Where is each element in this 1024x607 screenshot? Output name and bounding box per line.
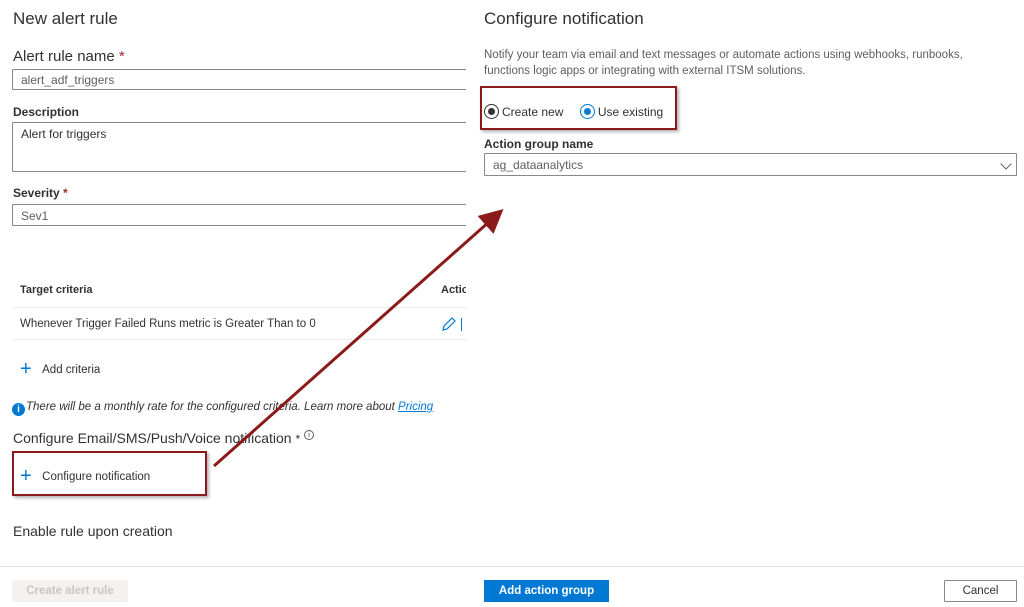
actions-header: Actio [441, 284, 466, 296]
severity-dropdown[interactable]: Sev1 [12, 204, 466, 226]
pricing-info: i There will be a monthly rate for the co… [12, 401, 433, 416]
pricing-link[interactable]: Pricing [398, 401, 433, 413]
panel-title: New alert rule [13, 9, 118, 28]
severity-label-text: Severity [13, 186, 60, 200]
new-alert-rule-panel: New alert rule Alert rule name * alert_a… [0, 0, 466, 607]
notification-section-label: Configure Email/SMS/Push/Voice notificat… [13, 430, 315, 446]
footer-divider [0, 566, 466, 567]
notification-section-label-text: Configure Email/SMS/Push/Voice notificat… [13, 430, 292, 446]
description-textarea[interactable]: Alert for triggers [12, 122, 466, 172]
annotation-highlight-box [480, 86, 677, 130]
criteria-row: Whenever Trigger Failed Runs metric is G… [20, 318, 316, 330]
cancel-button[interactable]: Cancel [944, 580, 1017, 602]
panel-title: Configure notification [484, 9, 644, 28]
target-criteria-header: Target criteria [20, 284, 93, 296]
add-criteria-button[interactable]: + Add criteria [20, 358, 100, 381]
alert-rule-name-input[interactable]: alert_adf_triggers [12, 69, 466, 90]
table-divider [12, 307, 466, 308]
action-group-dropdown[interactable]: ag_dataanalytics [484, 153, 1017, 176]
required-marker: * [295, 432, 301, 446]
alert-rule-name-label-text: Alert rule name [13, 48, 115, 65]
add-criteria-label: Add criteria [42, 364, 101, 376]
description-line: Notify your team via email and text mess… [484, 49, 963, 61]
edit-pencil-icon[interactable] [441, 316, 457, 337]
severity-label: Severity * [13, 186, 68, 200]
footer-divider [466, 566, 1024, 567]
description-label: Description [13, 105, 80, 119]
action-group-value: ag_dataanalytics [493, 158, 584, 172]
panel-description: Notify your team via email and text mess… [484, 47, 963, 79]
description-line: functions logic apps or integrating with… [484, 65, 806, 77]
info-icon: i [12, 403, 25, 416]
info-text: There will be a monthly rate for the con… [26, 401, 399, 413]
configure-notification-panel: Configure notification Notify your team … [466, 0, 1024, 607]
table-divider [12, 339, 466, 340]
chevron-down-icon [1000, 158, 1012, 170]
annotation-highlight-box [12, 451, 207, 496]
alert-rule-name-label: Alert rule name * [13, 48, 125, 65]
required-marker: * [118, 48, 125, 65]
required-marker: * [63, 186, 68, 200]
delete-icon[interactable] [461, 318, 464, 331]
enable-rule-label: Enable rule upon creation [13, 523, 173, 539]
info-circle-icon[interactable]: i [304, 430, 315, 440]
plus-icon: + [20, 358, 32, 380]
add-action-group-button[interactable]: Add action group [484, 580, 609, 602]
action-group-name-label: Action group name [484, 137, 594, 151]
create-alert-rule-button[interactable]: Create alert rule [12, 580, 128, 602]
